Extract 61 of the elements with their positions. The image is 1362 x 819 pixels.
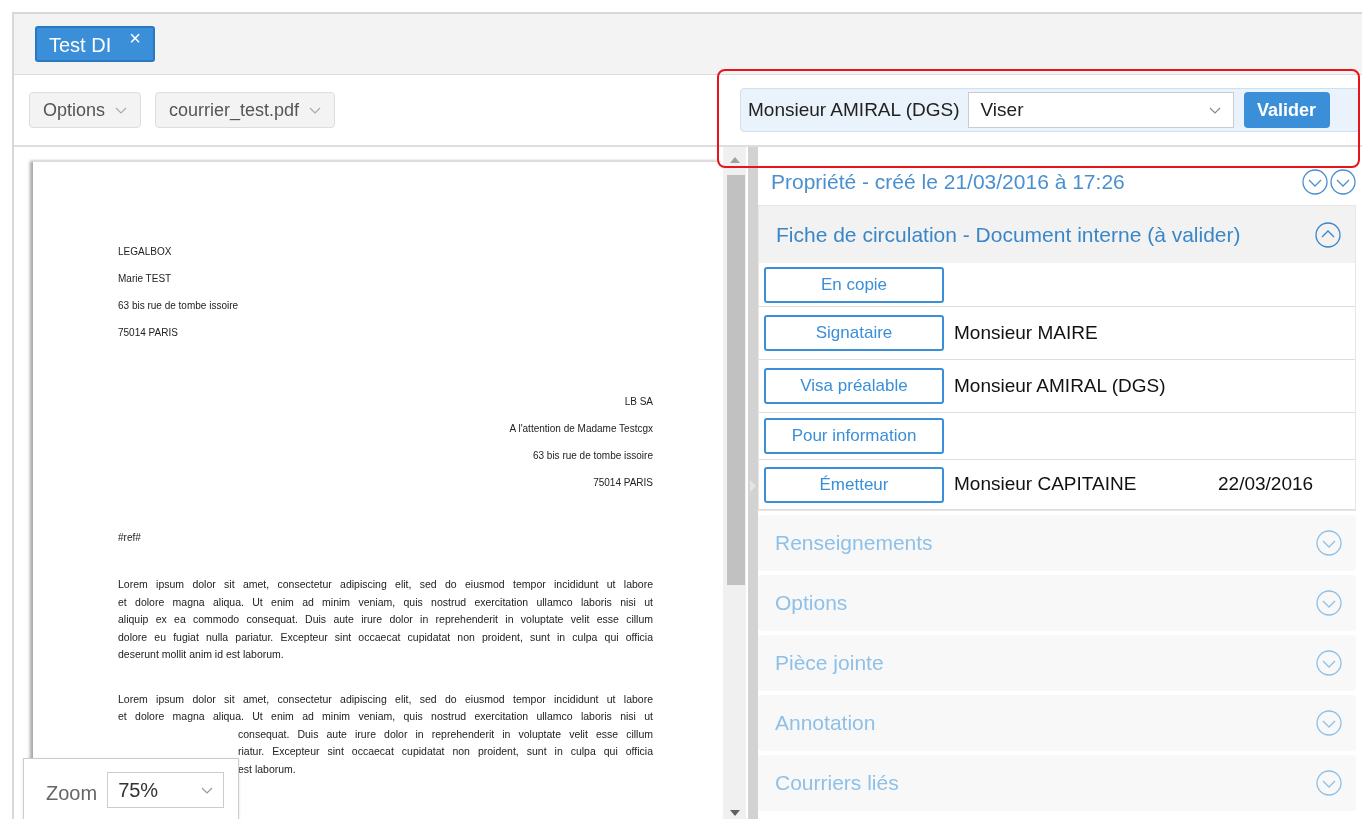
- person-name: Monsieur MAIRE: [954, 320, 1099, 345]
- property-header[interactable]: Propriété - créé le 21/03/2016 à 17:26: [758, 147, 1356, 201]
- paragraph-line: dolore eu fugiat nulla pariatur. Excepteur sint occaecat cupidatat non proident, sunt in culpa qui officia: [118, 629, 653, 645]
- role-button[interactable]: En copie: [764, 266, 944, 303]
- close-button[interactable]: ×: [129, 30, 141, 46]
- validate-button[interactable]: Valider: [1243, 92, 1330, 128]
- paragraph-line: Lorem ipsum dolor sit amet, consectetur adipiscing elit, sed do eiusmod tempor incididunt ut labore: [118, 577, 653, 592]
- person-name: Monsieur AMIRAL (DGS): [954, 373, 1167, 398]
- action-select[interactable]: Viser: [967, 92, 1234, 128]
- expand-icon[interactable]: [1316, 530, 1342, 556]
- zoom-select[interactable]: 75%: [107, 772, 225, 808]
- address-line: LB SA: [624, 395, 653, 409]
- tab[interactable]: Test DI ×: [35, 26, 155, 62]
- paragraph-line: consequat. Duis aute irure dolor in reprehenderit in voluptate velit esse cillum: [238, 726, 653, 742]
- section-header[interactable]: Courriers liés: [758, 755, 1356, 811]
- paragraph-line: deserunt mollit anim id est laborum.: [118, 647, 285, 662]
- expand-icon[interactable]: [1316, 710, 1342, 736]
- paragraph-line: est laborum.: [238, 761, 297, 777]
- address-line: 75014 PARIS: [593, 476, 653, 490]
- section-header[interactable]: Fiche de circulation - Document interne (à valider): [759, 206, 1355, 263]
- collapse-icon[interactable]: [1315, 221, 1341, 248]
- assignee-label: Monsieur AMIRAL (DGS): [748, 97, 960, 122]
- section-header[interactable]: Pièce jointe: [758, 635, 1356, 691]
- splitter[interactable]: [748, 147, 758, 819]
- address-line: 63 bis rue de tombe issoire: [118, 299, 240, 313]
- scrollbar-thumb[interactable]: [727, 175, 745, 585]
- scroll-down-icon[interactable]: [730, 810, 740, 816]
- person-name: Monsieur CAPITAINE: [954, 472, 1138, 497]
- caret-icon: [1208, 106, 1221, 114]
- expand-icon[interactable]: [1316, 770, 1342, 796]
- section-header[interactable]: Annotation: [758, 695, 1356, 751]
- paragraph-line: et dolore magna aliqua. Ut enim ad minim veniam, quis nostrud exercitation ullamco laboris nisi ut: [118, 709, 653, 724]
- caret-icon: [115, 106, 128, 114]
- paragraph-line: riatur. Excepteur sint occaecat cupidatat non proident, sunt in culpa qui officia: [238, 744, 653, 759]
- expand-icon[interactable]: [1316, 590, 1342, 616]
- dropdown-button[interactable]: Options: [29, 92, 142, 128]
- address-line: A l'attention de Madame Testcgx: [509, 422, 653, 436]
- role-button[interactable]: Signataire: [764, 315, 944, 351]
- expand-icon[interactable]: [1316, 650, 1342, 676]
- date-text: 22/03/2016: [1218, 472, 1314, 497]
- expand-icon[interactable]: [1302, 169, 1328, 195]
- caret-icon: [201, 786, 214, 794]
- section-header[interactable]: Renseignements: [758, 515, 1356, 571]
- paragraph-line: et dolore magna aliqua. Ut enim ad minim veniam, quis nostrud exercitation ullamco laboris nisi ut: [118, 594, 653, 610]
- section-header[interactable]: Options: [758, 575, 1356, 631]
- role-button[interactable]: Émetteur: [764, 466, 944, 503]
- role-button[interactable]: Pour information: [764, 418, 944, 454]
- reference-text: #ref#: [118, 531, 141, 545]
- address-line: 75014 PARIS: [118, 326, 179, 340]
- role-button[interactable]: Visa préalable: [764, 368, 944, 404]
- dropdown-button[interactable]: courrier_test.pdf: [155, 92, 336, 128]
- address-line: LEGALBOX: [118, 245, 173, 259]
- paragraph-line: aliquip ex ea commodo consequat. Duis aute irure dolor in reprehenderit in voluptate velit esse cillum: [118, 612, 653, 627]
- zoom-label: Zoom: [46, 781, 98, 806]
- circle-icon[interactable]: [1330, 169, 1356, 195]
- address-line: Marie TEST: [118, 272, 173, 286]
- paragraph-line: Lorem ipsum dolor sit amet, consectetur adipiscing elit, sed do eiusmod tempor incididunt ut labore: [118, 691, 653, 707]
- scroll-up-icon[interactable]: [730, 157, 740, 163]
- scrollbar[interactable]: [723, 147, 746, 819]
- caret-icon: [309, 106, 322, 114]
- address-line: 63 bis rue de tombe issoire: [532, 449, 653, 463]
